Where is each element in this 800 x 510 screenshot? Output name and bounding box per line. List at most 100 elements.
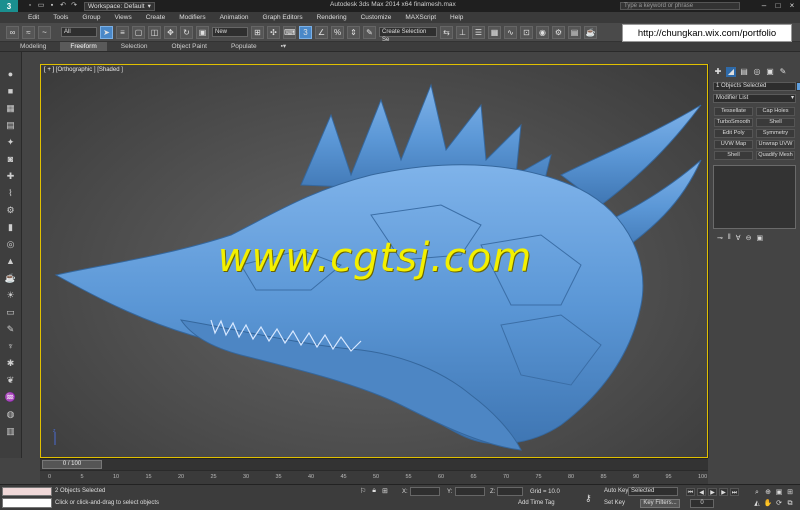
key-selection-select[interactable]: Selected [628,487,678,496]
close-icon[interactable]: × [786,1,798,10]
helper-icon[interactable]: ✚ [5,170,17,183]
modifier-list-dropdown[interactable]: Modifier List ▾ [713,94,796,103]
modifier-button[interactable]: Shell [756,118,795,127]
menu-modifiers[interactable]: Modifiers [179,14,205,21]
remove-modifier-icon[interactable]: ⊖ [746,234,752,242]
modifier-button[interactable]: Quadify Mesh [756,151,795,160]
maximize-viewport-icon[interactable]: ⧉ [785,499,795,509]
selection-lock-icon[interactable]: 🔒︎ [372,487,376,495]
tab-object-paint[interactable]: Object Paint [162,42,217,51]
redo-icon[interactable]: ↷ [70,2,78,10]
show-end-result-icon[interactable]: ‖ [728,234,731,242]
tab-freeform[interactable]: Freeform [60,42,107,51]
systems-icon[interactable]: ⚙ [5,204,17,217]
spacewarp-icon[interactable]: ⌇ [5,187,17,200]
current-frame-field[interactable]: 0 [690,499,714,508]
zoom-extents-icon[interactable]: ▣ [774,488,784,498]
tab-selection[interactable]: Selection [111,42,158,51]
display-tab-icon[interactable]: ▣ [765,67,775,77]
bind-space-warp-icon[interactable]: ~ [38,25,51,39]
unlink-icon[interactable]: ≈ [22,25,35,39]
menu-views[interactable]: Views [114,14,131,21]
previous-frame-icon[interactable]: ◀ [697,488,706,496]
modifier-button[interactable]: UVW Map [714,140,753,149]
hair-icon[interactable]: ♒ [5,391,17,404]
graphite-toggle-icon[interactable]: ▦ [488,25,501,39]
zoom-icon[interactable]: ⌕ [752,488,762,498]
menu-graph-editors[interactable]: Graph Editors [263,14,303,21]
workspace-dropdown[interactable]: Workspace: Default ▾ [84,1,155,11]
track-bar[interactable]: 0 5 10 15 20 25 30 35 40 45 50 55 60 65 70 75 80 85 90 95 10… [40,470,708,484]
new-file-icon[interactable]: ▫ [26,2,34,10]
play-icon[interactable]: ▶ [708,488,717,496]
y-coordinate-field[interactable] [455,487,485,496]
select-rotate-icon[interactable]: ↻ [180,25,193,39]
go-to-end-icon[interactable]: ⏭ [730,488,739,496]
isolate-icon[interactable]: ⚐ [360,487,366,495]
object-name-field[interactable]: 1 Objects Selected [713,82,800,91]
menu-maxscript[interactable]: MAXScript [405,14,436,21]
time-slider[interactable]: 0 / 100 [42,460,102,469]
x-coordinate-field[interactable] [410,487,440,496]
maximize-icon[interactable]: □ [772,1,784,10]
app-logo-button[interactable]: 3 [0,0,18,12]
pin-stack-icon[interactable]: ⊸ [717,234,723,242]
add-time-tag-button[interactable]: Add Time Tag [518,500,555,506]
camera-icon[interactable]: ◙ [5,153,17,166]
torus-icon[interactable]: ◎ [5,238,17,251]
auto-key-button[interactable]: Auto Key [604,488,628,494]
layer-explorer-icon[interactable]: ☰ [472,25,485,39]
tab-populate[interactable]: Populate [221,42,267,51]
schematic-view-icon[interactable]: ⊡ [520,25,533,39]
modifier-button[interactable]: Symmetry [756,129,795,138]
menu-customize[interactable]: Customize [361,14,392,21]
curve-editor-icon[interactable]: ∿ [504,25,517,39]
time-slider-bar[interactable]: 0 / 100 [40,458,708,470]
percent-snap-icon[interactable]: % [331,25,344,39]
keyboard-shortcut-icon[interactable]: ⌨ [283,25,296,39]
search-input[interactable]: Type a keyword or phrase [620,2,740,10]
grid-icon[interactable]: ▦ [5,102,17,115]
tab-modeling[interactable]: Modeling [10,42,56,51]
modifier-stack-list[interactable] [713,165,796,229]
reference-coordinate-select[interactable]: New [212,27,248,37]
utilities-tab-icon[interactable]: ✎ [778,67,788,77]
particle-icon[interactable]: ✱ [5,357,17,370]
orbit-icon[interactable]: ⟳ [774,499,784,509]
cylinder-icon[interactable]: ▮ [5,221,17,234]
configure-sets-icon[interactable]: ▣ [756,234,763,242]
edit-named-selection-icon[interactable]: ✎ [363,25,376,39]
make-unique-icon[interactable]: ∀ [736,234,741,242]
go-to-start-icon[interactable]: ⏮ [686,488,695,496]
save-file-icon[interactable]: ▪ [48,2,56,10]
zoom-extents-all-icon[interactable]: ⊞ [785,488,795,498]
sun-icon[interactable]: ☀ [5,289,17,302]
field-of-view-icon[interactable]: ◭ [752,499,762,509]
named-selection-set-select[interactable]: Create Selection Se [379,27,437,43]
modifier-button[interactable]: Tessellate [714,107,753,116]
select-scale-icon[interactable]: ▣ [196,25,209,39]
pivot-center-icon[interactable]: ⊞ [251,25,264,39]
box-icon[interactable]: ■ [5,85,17,98]
modifier-button[interactable]: Edit Poly [714,129,753,138]
explorer-icon[interactable]: ▥ [5,425,17,438]
modifier-button[interactable]: Shell [714,151,753,160]
set-key-button[interactable]: Set Key [604,500,625,506]
zoom-all-icon[interactable]: ⊕ [763,488,773,498]
modifier-button[interactable]: Cap Holes [756,107,795,116]
select-by-name-icon[interactable]: ≡ [116,25,129,39]
motion-tab-icon[interactable]: ◎ [752,67,762,77]
undo-icon[interactable]: ↶ [59,2,67,10]
key-icon[interactable]: ⚷ [585,493,592,504]
rectangular-selection-icon[interactable]: ▢ [132,25,145,39]
select-object-icon[interactable]: ➤ [100,25,113,39]
render-icon[interactable]: ☕ [584,25,597,39]
menu-tools[interactable]: Tools [53,14,68,21]
menu-create[interactable]: Create [146,14,166,21]
angle-snap-icon[interactable]: ∠ [315,25,328,39]
open-file-icon[interactable]: ▭ [37,2,45,10]
modifier-button[interactable]: Unwrap UVW [756,140,795,149]
brush-icon[interactable]: ✎ [5,323,17,336]
modifier-button[interactable]: TurboSmooth [714,118,753,127]
menu-rendering[interactable]: Rendering [317,14,347,21]
